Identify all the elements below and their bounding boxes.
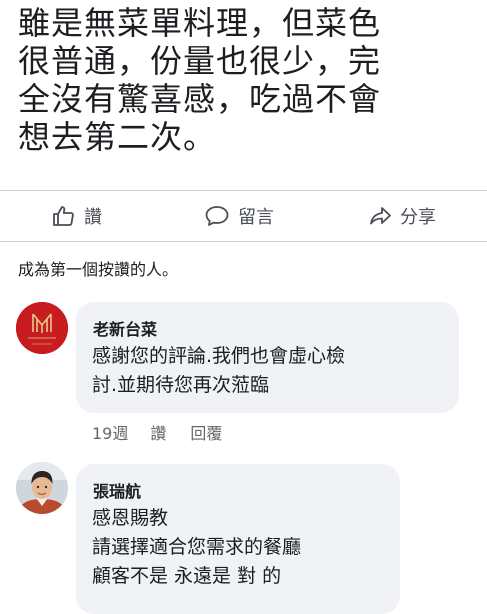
comment-author[interactable]: 張瑞航 bbox=[93, 478, 141, 502]
comment-text-line: 討.並期待您再次蒞臨 bbox=[92, 374, 270, 396]
comment-meta: 19週 讚 回覆 bbox=[92, 420, 246, 444]
comment-timestamp[interactable]: 19週 bbox=[92, 420, 128, 444]
comment-label: 留言 bbox=[238, 207, 274, 228]
comment-text-line: 顧客不是 永遠是 對 的 bbox=[92, 565, 282, 587]
restaurant-logo-icon bbox=[16, 302, 68, 354]
thumbs-up-icon bbox=[53, 206, 74, 226]
post-text-line: 全沒有驚喜感，吃過不會 bbox=[18, 80, 382, 118]
like-button[interactable]: 讚 bbox=[52, 203, 102, 229]
comment-text-line: 請選擇適合您需求的餐廳 bbox=[92, 536, 302, 558]
like-label: 讚 bbox=[84, 207, 102, 228]
share-label: 分享 bbox=[400, 207, 436, 228]
comment-text-line: 感恩賜教 bbox=[92, 507, 169, 529]
post-text-line: 很普通，份量也很少，完 bbox=[18, 42, 382, 80]
comment-like-link[interactable]: 讚 bbox=[150, 420, 166, 444]
comment-bubble: 張瑞航 感恩賜教 請選擇適合您需求的餐廳 顧客不是 永遠是 對 的 bbox=[76, 464, 400, 614]
share-arrow-icon bbox=[370, 207, 391, 225]
post-text-line: 想去第二次。 bbox=[18, 118, 217, 156]
comment-button[interactable]: 留言 bbox=[204, 203, 274, 229]
comment-text: 感恩賜教 請選擇適合您需求的餐廳 顧客不是 永遠是 對 的 bbox=[92, 504, 301, 591]
share-button[interactable]: 分享 bbox=[368, 203, 436, 229]
comment-bubble-icon bbox=[205, 206, 229, 226]
comment-text-line: 感謝您的評論.我們也會虛心檢 bbox=[92, 345, 346, 367]
comment-bubble: 老新台菜 感謝您的評論.我們也會虛心檢 討.並期待您再次蒞臨 bbox=[76, 302, 459, 413]
comment-author[interactable]: 老新台菜 bbox=[93, 316, 157, 340]
first-like-prompt[interactable]: 成為第一個按讚的人。 bbox=[18, 256, 178, 280]
restaurant-avatar[interactable] bbox=[16, 302, 68, 354]
comment-reply-link[interactable]: 回覆 bbox=[190, 420, 222, 444]
post-text: 雖是無菜單料理，但菜色 很普通，份量也很少，完 全沒有驚喜感，吃過不會 想去第二… bbox=[18, 4, 478, 156]
post-text-line: 雖是無菜單料理，但菜色 bbox=[18, 4, 382, 42]
comment-text: 感謝您的評論.我們也會虛心檢 討.並期待您再次蒞臨 bbox=[92, 342, 345, 400]
user-avatar[interactable] bbox=[16, 462, 68, 514]
user-photo-icon bbox=[16, 462, 68, 514]
post-action-bar: 讚 留言 分享 bbox=[0, 190, 487, 242]
